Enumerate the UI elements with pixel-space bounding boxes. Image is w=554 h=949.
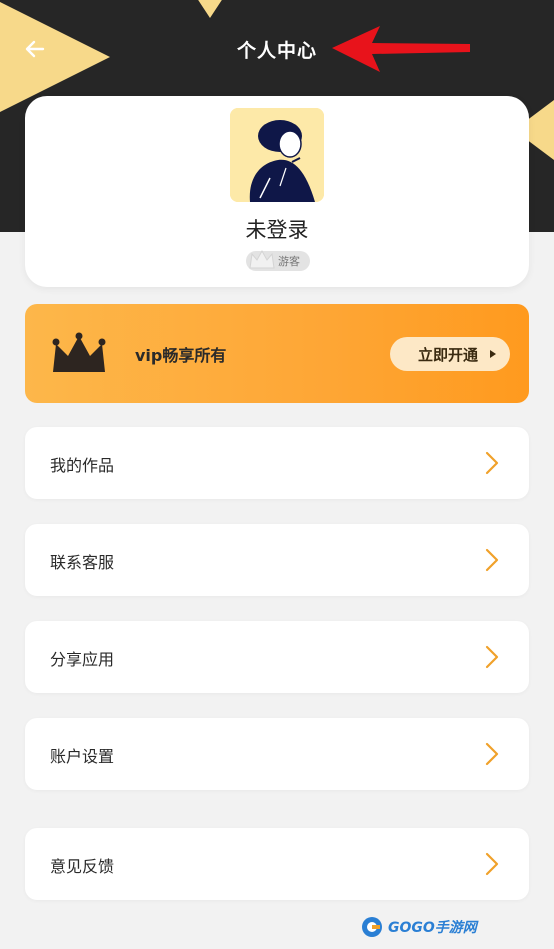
watermark-text: GOGO手游网 bbox=[388, 920, 477, 936]
menu-item-label: 联系客服 bbox=[50, 553, 115, 572]
crown-icon bbox=[249, 249, 275, 268]
menu-item-label: 意见反馈 bbox=[50, 857, 115, 876]
chevron-right-icon bbox=[485, 742, 499, 766]
decorative-triangle-top bbox=[185, 0, 235, 18]
vip-activate-button[interactable]: 立即开通 bbox=[390, 337, 510, 371]
annotation-arrow-icon bbox=[332, 26, 470, 72]
gogo-logo-icon bbox=[362, 917, 382, 937]
username: 未登录 bbox=[245, 218, 309, 242]
vip-activate-label: 立即开通 bbox=[418, 345, 479, 364]
menu-item-account-settings[interactable]: 账户设置 bbox=[25, 718, 529, 790]
menu-item-label: 我的作品 bbox=[50, 456, 115, 475]
menu-item-feedback[interactable]: 意见反馈 bbox=[25, 828, 529, 900]
vip-banner[interactable]: vip畅享所有 立即开通 bbox=[25, 304, 529, 403]
crown-icon bbox=[52, 332, 106, 372]
profile-card: 未登录 游客 bbox=[25, 96, 529, 287]
chevron-right-icon bbox=[485, 645, 499, 669]
menu-item-share-app[interactable]: 分享应用 bbox=[25, 621, 529, 693]
guest-badge-label: 游客 bbox=[278, 255, 300, 268]
chevron-right-icon bbox=[485, 852, 499, 876]
menu-item-customer-service[interactable]: 联系客服 bbox=[25, 524, 529, 596]
watermark: GOGO手游网 bbox=[360, 913, 477, 941]
chevron-right-icon bbox=[485, 548, 499, 572]
pointer-dot-icon bbox=[490, 350, 496, 358]
menu-item-label: 账户设置 bbox=[50, 747, 115, 766]
menu-item-label: 分享应用 bbox=[50, 650, 115, 669]
vip-text: vip畅享所有 bbox=[135, 346, 227, 365]
guest-badge: 游客 bbox=[246, 249, 310, 271]
chevron-right-icon bbox=[485, 451, 499, 475]
menu-item-my-works[interactable]: 我的作品 bbox=[25, 427, 529, 499]
user-avatar-illustration bbox=[230, 108, 324, 202]
avatar[interactable] bbox=[230, 108, 324, 202]
